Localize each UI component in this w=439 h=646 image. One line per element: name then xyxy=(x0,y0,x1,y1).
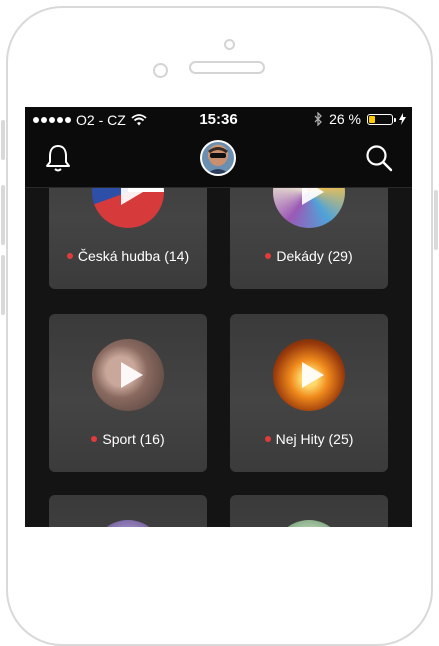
avatar[interactable] xyxy=(200,140,236,176)
status-right: 26 % xyxy=(314,111,406,127)
red-dot-icon xyxy=(66,253,73,259)
status-bar: O2 - CZ 15:36 26 % xyxy=(25,107,412,133)
user-photo-icon xyxy=(207,147,229,174)
proximity-sensor xyxy=(153,63,168,78)
category-artwork xyxy=(92,520,164,527)
bell-icon[interactable] xyxy=(45,143,71,173)
category-label: Nej Hity (25) xyxy=(230,431,388,447)
nav-bar xyxy=(25,133,412,188)
play-icon xyxy=(121,362,143,388)
search-icon[interactable] xyxy=(365,144,393,172)
red-dot-icon xyxy=(264,436,271,442)
volume-up-button xyxy=(1,185,5,245)
front-camera xyxy=(224,39,235,50)
category-card-nej-hity[interactable]: Nej Hity (25) xyxy=(230,314,388,472)
red-dot-icon xyxy=(265,253,272,259)
charging-icon xyxy=(399,113,406,125)
bluetooth-icon xyxy=(314,112,322,126)
category-label: Česká hudba (14) xyxy=(49,248,207,264)
battery-fill xyxy=(369,115,375,123)
battery-percent: 26 % xyxy=(329,111,361,127)
play-icon xyxy=(302,362,324,388)
red-dot-icon xyxy=(91,436,98,442)
app-screen: Česká hudba (14) Dekády (29) Sport (16) … xyxy=(25,107,412,527)
battery-icon xyxy=(367,113,396,125)
power-button xyxy=(434,190,438,250)
category-artwork xyxy=(273,339,345,411)
volume-down-button xyxy=(1,255,5,315)
category-artwork xyxy=(92,339,164,411)
category-label: Dekády (29) xyxy=(230,248,388,264)
category-label: Sport (16) xyxy=(49,431,207,447)
side-button xyxy=(1,120,5,160)
category-artwork xyxy=(273,520,345,527)
earpiece-speaker xyxy=(189,61,265,74)
category-card-sport[interactable]: Sport (16) xyxy=(49,314,207,472)
category-card[interactable] xyxy=(49,495,207,527)
category-card[interactable] xyxy=(230,495,388,527)
